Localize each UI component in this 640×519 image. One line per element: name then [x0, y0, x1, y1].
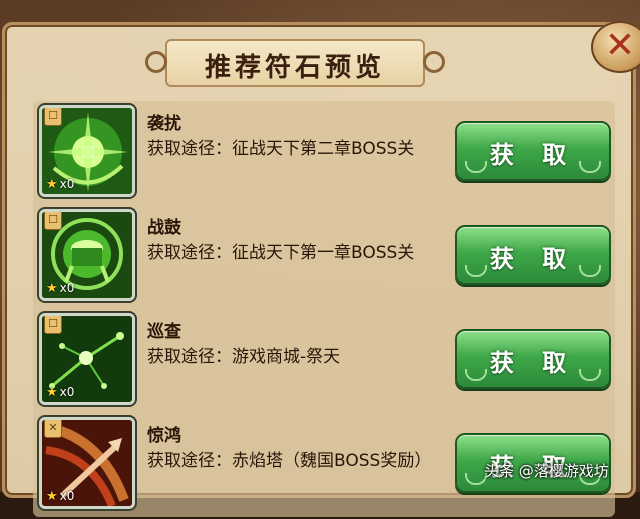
list-item: ☐ ★ x0 巡查 获取途径：游戏商城-祭天 获 取: [33, 311, 615, 415]
get-button[interactable]: 获 取: [455, 121, 611, 181]
dialog-title-bar: 推荐符石预览: [145, 39, 445, 87]
get-button[interactable]: 获 取: [455, 329, 611, 389]
tag-badge: ☐: [44, 108, 62, 126]
star-icon: ★: [46, 176, 58, 192]
watermark: 头条 @落樱游戏坊: [484, 462, 609, 480]
item-count: ★ x0: [46, 176, 75, 192]
tag-badge: ☐: [44, 316, 62, 334]
item-route: 获取途径：游戏商城-祭天: [147, 347, 341, 367]
rune-icon-frame[interactable]: ☐ ★ x0: [39, 105, 135, 197]
item-route: 获取途径：征战天下第二章BOSS关: [147, 139, 415, 159]
rune-icon-frame[interactable]: ✕ ★ x0: [39, 417, 135, 509]
close-x-icon: ✕: [604, 25, 636, 66]
tag-badge: ☐: [44, 212, 62, 230]
dialog-title: 推荐符石预览: [204, 53, 385, 83]
item-name: 惊鸿: [147, 426, 181, 446]
rune-icon-frame[interactable]: ☐ ★ x0: [39, 313, 135, 405]
rune-list: ☐ ★ x0 袭扰 获取途径：征战天下第二章BOSS关 获 取 ☐ ★ x0 战…: [33, 101, 615, 517]
rune-preview-dialog: 推荐符石预览 ✕ ☐ ★x0 袭扰 获取途径：征战天下第二章BOSS关 获 取: [2, 21, 640, 517]
item-count: ★ x0: [46, 280, 75, 296]
item-route: 获取途径：赤焰塔（魏国BOSS奖励）: [147, 451, 432, 471]
item-route: 获取途径：征战天下第一章BOSS关: [147, 243, 415, 263]
close-button[interactable]: ✕: [591, 21, 640, 73]
star-icon: ★: [46, 280, 58, 296]
list-item: ☐ ★ x0 战鼓 获取途径：征战天下第一章BOSS关 获 取: [33, 207, 615, 311]
item-name: 袭扰: [147, 114, 181, 134]
tag-badge: ✕: [44, 420, 62, 438]
star-icon: ★: [46, 488, 58, 504]
rune-icon-frame[interactable]: ☐ ★ x0: [39, 209, 135, 301]
item-count: ★ x0: [46, 488, 75, 504]
item-count: ★ x0: [46, 384, 75, 400]
item-name: 巡查: [147, 322, 181, 342]
item-name: 战鼓: [147, 218, 181, 238]
get-button[interactable]: 获 取: [455, 225, 611, 285]
star-icon: ★: [46, 384, 58, 400]
list-item: ☐ ★ x0 袭扰 获取途径：征战天下第二章BOSS关 获 取: [33, 103, 615, 207]
